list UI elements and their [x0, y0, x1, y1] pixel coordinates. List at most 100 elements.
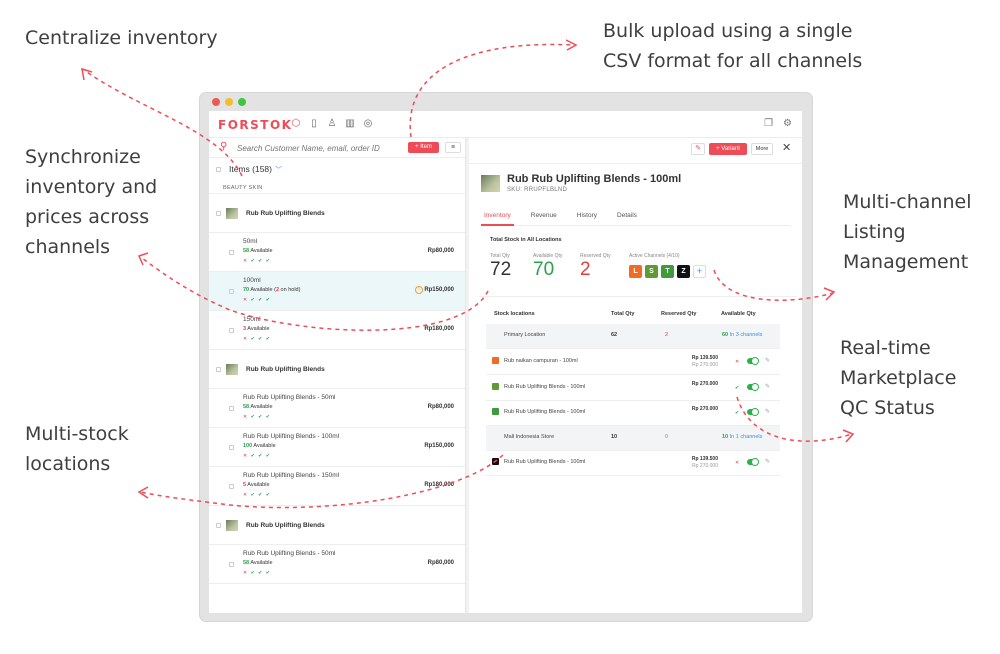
group-name: Rub Rub Uplifting Blends — [246, 366, 325, 373]
listing-price: Rp 139.500 Rp 270.000 — [691, 355, 718, 368]
channel-ok-icon: ✔ ✔ ✔ — [250, 297, 271, 303]
chart-icon[interactable]: ▥ — [345, 118, 355, 130]
location-total-qty: 62 — [611, 332, 618, 338]
pencil-icon[interactable]: ✎ — [765, 357, 770, 364]
channel-ok-icon: ✔ ✔ ✔ — [250, 258, 271, 264]
arrowhead-multichannel — [823, 287, 836, 301]
variant-row[interactable]: Rub Rub Uplifting Blends - 150ml 5 Avail… — [209, 467, 465, 506]
group-name: Rub Rub Uplifting Blends — [246, 210, 325, 217]
variant-row[interactable]: 150ml 3 Available ✕ ✔ ✔ ✔ Rp180,000 — [209, 311, 465, 350]
add-channel-button[interactable]: + — [693, 265, 706, 278]
callout-multistock: Multi-stock locations — [25, 423, 129, 475]
variant-price: Rp80,000 — [427, 404, 454, 410]
settings-circle-icon[interactable]: ◎ — [363, 118, 373, 130]
group-checkbox[interactable] — [216, 523, 221, 528]
location-reserved-qty: 2 — [665, 332, 669, 338]
listing-toggle[interactable] — [747, 459, 758, 465]
total-qty-stat: Total Qty 72 — [490, 253, 512, 280]
variant-checkbox[interactable] — [229, 445, 234, 450]
edit-button[interactable]: ✎ — [691, 143, 705, 155]
search-input[interactable] — [237, 141, 402, 155]
variant-checkbox[interactable] — [229, 406, 234, 411]
tab-history[interactable]: History — [574, 208, 600, 226]
zalora-icon[interactable]: Z — [677, 265, 690, 278]
variant-price: Rp150,000 — [424, 287, 454, 293]
box-icon[interactable]: ⬡ — [291, 118, 301, 130]
pencil-icon[interactable]: ✎ — [765, 408, 770, 415]
variant-row[interactable]: Rub Rub Uplifting Blends - 100ml 100 Ava… — [209, 428, 465, 467]
pencil-icon[interactable]: ✎ — [765, 383, 770, 390]
warning-icon[interactable]: ! — [415, 286, 423, 294]
nav-icons: ⬡ ▯ ♙ ▥ ◎ — [291, 118, 373, 130]
location-total-qty: 10 — [611, 434, 618, 440]
clipboard-icon[interactable]: ▯ — [309, 118, 319, 130]
channel-listing-row[interactable]: Rub Rub Uplifting Blends - 100ml Rp 270.… — [486, 401, 780, 426]
menu-button[interactable]: ≡ — [445, 142, 461, 153]
chat-icon[interactable]: ❐ — [764, 118, 773, 129]
stock-location-row[interactable]: Mall Indonesia Store 10 0 10 In 1 channe… — [486, 426, 780, 451]
window-titlebar — [200, 93, 812, 110]
channels-link[interactable]: In 3 channels — [730, 332, 763, 338]
top-nav: FORSTOK ⬡ ▯ ♙ ▥ ◎ ❐ ⚙ — [209, 111, 802, 138]
stock-location-row[interactable]: Primary Location 62 2 60 In 3 channels — [486, 324, 780, 349]
variant-checkbox[interactable] — [229, 289, 234, 294]
available-qty-value: 70 — [533, 259, 555, 280]
group-checkbox[interactable] — [216, 211, 221, 216]
variant-checkbox[interactable] — [229, 484, 234, 489]
variant-checkbox[interactable] — [229, 562, 234, 567]
more-button[interactable]: More — [751, 143, 773, 155]
qc-status-icon: ✔ — [735, 385, 740, 391]
listing-name: Rub Rub Uplifting Blends - 100ml — [504, 384, 586, 390]
maximize-dot-icon[interactable] — [238, 98, 246, 106]
lazada-icon[interactable]: L — [629, 265, 642, 278]
forstok-logo[interactable]: FORSTOK — [218, 118, 292, 132]
location-available-qty: 10 In 1 channels — [722, 434, 763, 440]
item-group-row[interactable]: Rub Rub Uplifting Blends — [209, 350, 465, 389]
col-stock-locations: Stock locations — [494, 311, 535, 317]
variant-price: Rp80,000 — [427, 248, 454, 254]
reserved-qty-value: 2 — [580, 259, 591, 280]
arrowhead-multistock — [137, 486, 149, 499]
listing-toggle[interactable] — [747, 384, 758, 390]
listing-toggle[interactable] — [747, 358, 758, 364]
channels-link[interactable]: In 1 channels — [730, 434, 763, 440]
variant-checkbox[interactable] — [229, 328, 234, 333]
add-item-button[interactable]: + Item — [408, 142, 439, 153]
pencil-icon[interactable]: ✎ — [765, 458, 770, 465]
tab-revenue[interactable]: Revenue — [528, 208, 560, 226]
items-count-dropdown[interactable]: Items (158) ﹀ — [229, 164, 282, 175]
channel-listing-row[interactable]: Rub naikan campuran - 100ml Rp 139.500 Rp… — [486, 350, 780, 375]
variant-row[interactable]: 50ml 58 Available ✕ ✔ ✔ ✔ Rp80,000 — [209, 233, 465, 272]
close-icon[interactable]: ✕ — [782, 141, 791, 154]
gear-icon[interactable]: ⚙ — [783, 118, 792, 129]
tokopedia-icon[interactable]: T — [661, 265, 674, 278]
variant-row[interactable]: Rub Rub Uplifting Blends - 50ml 58 Avail… — [209, 545, 465, 584]
items-header: Items (158) ﹀ — [209, 158, 465, 182]
channel-listing-row[interactable]: Rub Rub Uplifting Blends - 100ml Rp 270.… — [486, 376, 780, 401]
variant-row[interactable]: 100ml 70 Available (2 on hold) ✕ ✔ ✔ ✔ !… — [209, 272, 465, 311]
shopify-icon[interactable]: S — [645, 265, 658, 278]
location-available-qty: 60 In 3 channels — [722, 332, 763, 338]
select-all-checkbox[interactable] — [216, 167, 221, 172]
close-dot-icon[interactable] — [212, 98, 220, 106]
detail-tabs: Inventory Revenue History Details — [481, 208, 791, 226]
add-variant-button[interactable]: + Variant — [709, 143, 747, 155]
channel-error-icon: ✕ — [243, 492, 249, 498]
minimize-dot-icon[interactable] — [225, 98, 233, 106]
search-icon[interactable]: ⚲ — [220, 141, 227, 152]
listing-name: Rub Rub Uplifting Blends - 100ml — [504, 459, 586, 465]
variant-checkbox[interactable] — [229, 250, 234, 255]
variant-name: Rub Rub Uplifting Blends - 50ml — [243, 550, 336, 557]
col-total-qty: Total Qty — [611, 311, 635, 317]
user-icon[interactable]: ♙ — [327, 118, 337, 130]
channel-status-checks: ✕ ✔ ✔ ✔ — [243, 414, 271, 420]
tab-details[interactable]: Details — [614, 208, 640, 226]
variant-row[interactable]: Rub Rub Uplifting Blends - 50ml 58 Avail… — [209, 389, 465, 428]
item-group-row[interactable]: Rub Rub Uplifting Blends — [209, 194, 465, 233]
group-checkbox[interactable] — [216, 367, 221, 372]
item-group-row[interactable]: Rub Rub Uplifting Blends — [209, 506, 465, 545]
tab-inventory[interactable]: Inventory — [481, 208, 514, 226]
channel-ok-icon: ✔ ✔ ✔ — [250, 453, 271, 459]
channel-listing-row[interactable]: Rub Rub Uplifting Blends - 100ml Rp 139.… — [486, 451, 780, 476]
listing-toggle[interactable] — [747, 409, 758, 415]
